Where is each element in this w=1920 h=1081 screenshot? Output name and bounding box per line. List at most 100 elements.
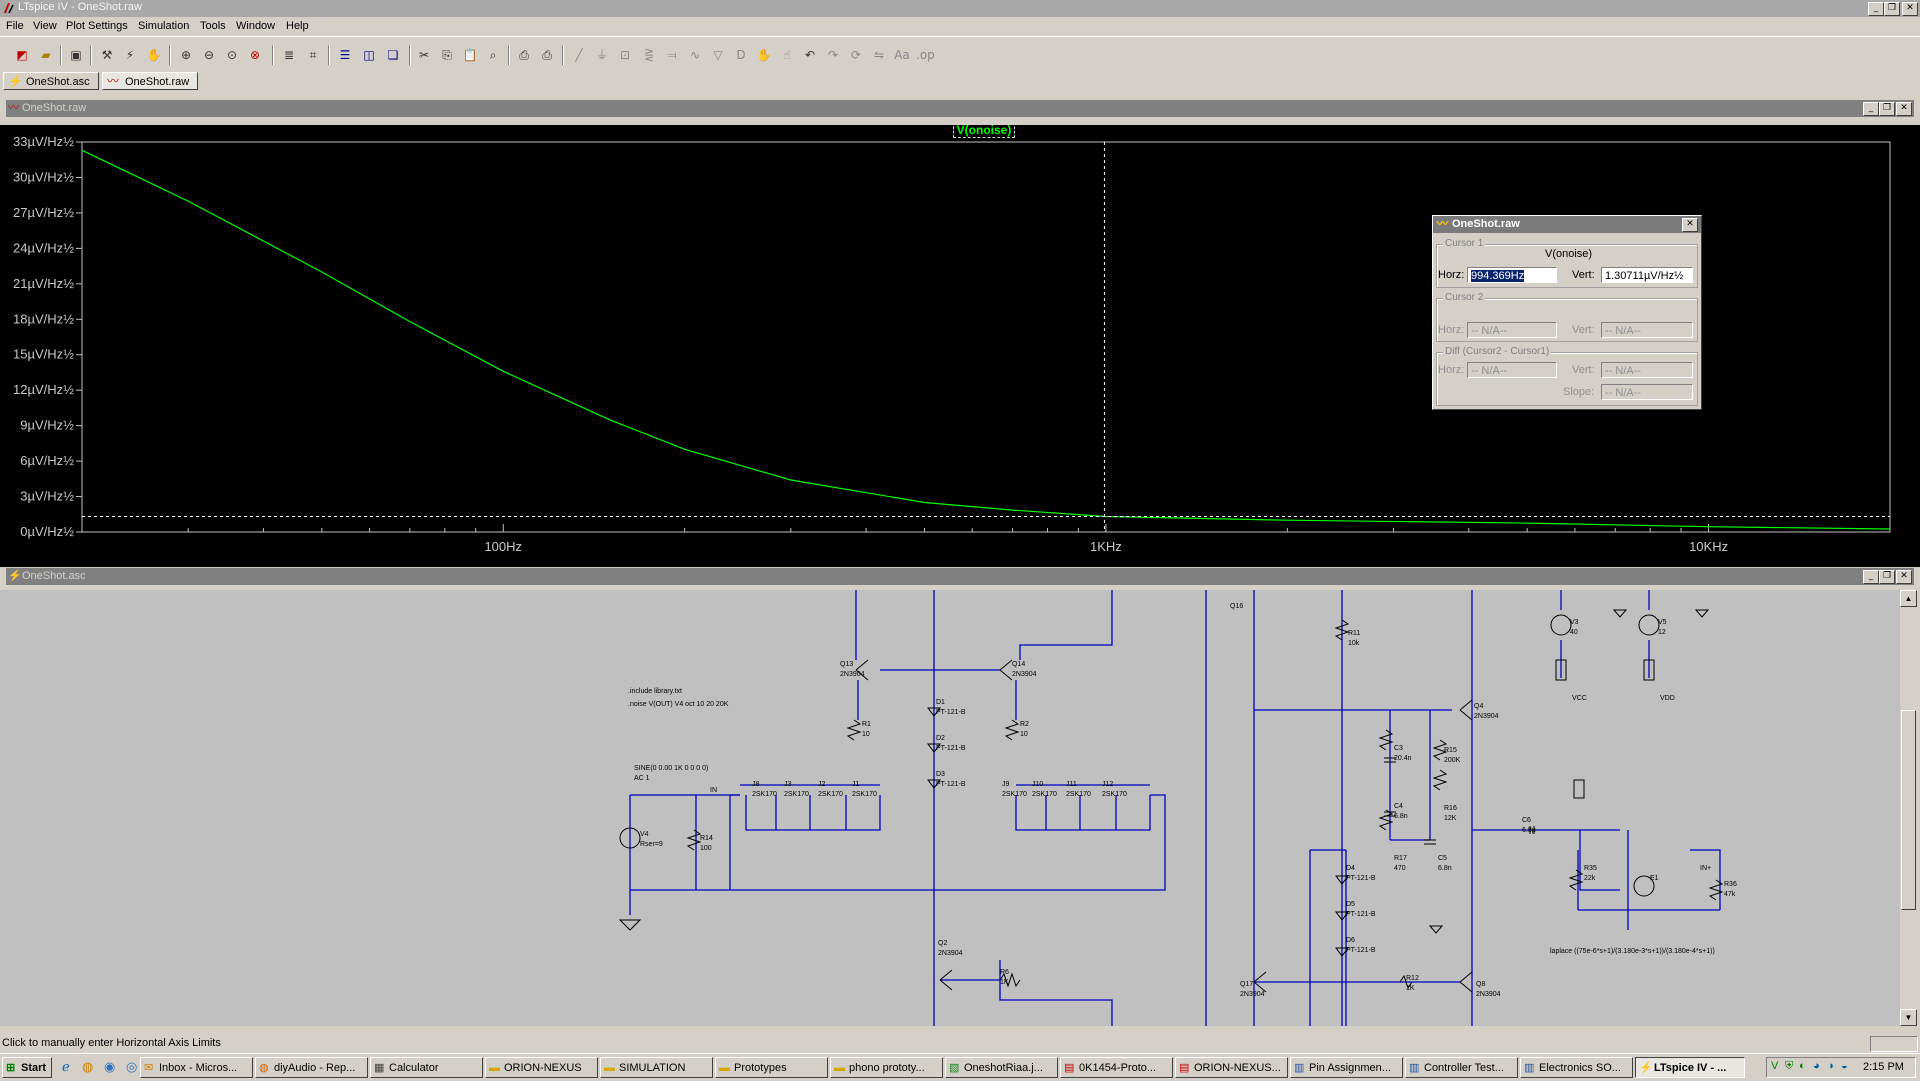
taskbar-button[interactable]: ◍ diyAudio - Rep... [255, 1057, 368, 1078]
part-ref-label[interactable]: E1 [1650, 875, 1659, 882]
taskbar-button[interactable]: ▤ ORION-NEXUS... [1175, 1057, 1288, 1078]
part-value-label[interactable]: 2SK170 [1002, 791, 1027, 798]
part-ref-label[interactable]: Q17 [1240, 981, 1253, 988]
autorange-icon[interactable]: ≣ [280, 46, 298, 64]
redo-icon[interactable]: ↷ [824, 46, 842, 64]
part-value-label[interactable]: 1K [1000, 979, 1009, 986]
taskbar-button[interactable]: ▤ 0K1454-Proto... [1060, 1057, 1173, 1078]
media-quicklaunch-icon[interactable]: ◎ [126, 1059, 137, 1075]
part-value-label[interactable]: 1K [1406, 985, 1415, 992]
part-value-label[interactable]: 22k [1584, 875, 1596, 882]
y-tick-label[interactable]: 30µV/Hz½ [13, 169, 74, 184]
part-ref-label[interactable]: R17 [1394, 855, 1407, 862]
save-icon[interactable]: ▣ [67, 46, 85, 64]
menu-simulation[interactable]: Simulation [138, 20, 189, 32]
part-ref-label[interactable]: J1 [852, 781, 860, 788]
tray-volume-icon[interactable]: ◕ [1813, 1060, 1820, 1072]
part-ref-label[interactable]: R15 [1444, 747, 1457, 754]
part-ref-label[interactable]: R1 [862, 721, 871, 728]
part-value-label[interactable]: 10 [1020, 731, 1028, 738]
source-ac-text[interactable]: AC 1 [634, 775, 650, 782]
part-value-label[interactable]: PT-121-B [1346, 947, 1376, 954]
resistor-icon[interactable]: ⋛ [640, 46, 658, 64]
schematic-close-button[interactable]: ✕ [1896, 570, 1912, 584]
zoom-cancel-icon[interactable]: ⊗ [246, 46, 264, 64]
y-tick-label[interactable]: 33µV/Hz½ [13, 134, 74, 149]
print-preview-icon[interactable]: ⎙ [515, 46, 533, 64]
part-value-label[interactable]: PT-121-B [1346, 911, 1376, 918]
schematic-window-title-bar[interactable]: ⚡ OneShot.asc _ ❐ ✕ [6, 568, 1914, 585]
wire-icon[interactable]: ╱ [570, 46, 588, 64]
part-value-label[interactable]: 2SK170 [852, 791, 877, 798]
schematic-canvas[interactable]: .include library.txt .noise V(OUT) V4 oc… [0, 590, 1900, 1026]
undo-icon[interactable]: ↶ [801, 46, 819, 64]
part-value-label[interactable]: 2N3904 [1476, 991, 1501, 998]
taskbar-button[interactable]: ⚡ LTspice IV - ... [1635, 1057, 1745, 1078]
y-tick-label[interactable]: 12µV/Hz½ [13, 382, 74, 397]
part-ref-label[interactable]: J2 [818, 781, 826, 788]
part-value-label[interactable]: 2SK170 [784, 791, 809, 798]
menu-help[interactable]: Help [286, 20, 309, 32]
find-icon[interactable]: ⌕ [484, 46, 502, 64]
taskbar-button[interactable]: ▬ Prototypes [715, 1057, 828, 1078]
part-ref-label[interactable]: D3 [936, 771, 945, 778]
part-ref-label[interactable]: R11 [1348, 630, 1360, 637]
part-ref-label[interactable]: R2 [1020, 721, 1029, 728]
halt-icon[interactable]: ✋ [145, 46, 163, 64]
part-value-label[interactable]: 6.8n [1394, 813, 1408, 820]
source-sine-text[interactable]: SINE(0 0.00 1K 0 0 0 0) [634, 765, 708, 772]
x-tick-label[interactable]: 10KHz [1689, 539, 1728, 554]
directive-noise[interactable]: .noise V(OUT) V4 oct 10 20 20K [628, 701, 729, 708]
rotate-icon[interactable]: ⟳ [847, 46, 865, 64]
part-ref-label[interactable]: Q2 [938, 940, 947, 947]
zoom-fit-icon[interactable]: ⊙ [223, 46, 241, 64]
maximize-button[interactable]: ❐ [1884, 2, 1900, 16]
part-value-label[interactable]: 2N3904 [840, 671, 865, 678]
open-icon[interactable]: ▰ [37, 46, 55, 64]
part-value-label[interactable]: 2N3904 [1474, 713, 1499, 720]
part-ref-label[interactable]: J8 [752, 781, 760, 788]
part-value-label[interactable]: Rser=9 [640, 841, 663, 848]
part-ref-label[interactable]: R36 [1724, 881, 1737, 888]
laplace-expression[interactable]: laplace ((75e-6*s+1)/(3.180e-3*s+1))/(3.… [1550, 948, 1715, 955]
taskbar-button[interactable]: ▬ phono prototy... [830, 1057, 943, 1078]
inductor-icon[interactable]: ∿ [686, 46, 704, 64]
cursor-dialog-close-button[interactable]: ✕ [1682, 218, 1698, 232]
part-ref-label[interactable]: J3 [784, 781, 792, 788]
part-value-label[interactable]: 47k [1724, 891, 1736, 898]
part-value-label[interactable]: 2N3904 [1012, 671, 1037, 678]
label-icon[interactable]: ⊡ [616, 46, 634, 64]
zoom-in-icon[interactable]: ⊕ [177, 46, 195, 64]
cursor1-horz-field[interactable]: 994.369Hz [1467, 267, 1557, 283]
plot-close-button[interactable]: ✕ [1896, 102, 1912, 116]
window-title-bar[interactable]: LTspice IV - OneShot.raw _ ❐ ✕ [0, 0, 1920, 17]
menu-file[interactable]: File [6, 20, 24, 32]
y-tick-label[interactable]: 3µV/Hz½ [20, 489, 74, 504]
part-ref-label[interactable]: Q13 [840, 661, 853, 668]
part-ref-label[interactable]: J11 [1066, 781, 1077, 788]
part-value-label[interactable]: 12 [1658, 629, 1666, 636]
cascade-icon[interactable]: ❏ [384, 46, 402, 64]
y-tick-label[interactable]: 24µV/Hz½ [13, 240, 74, 255]
y-tick-label[interactable]: 21µV/Hz½ [13, 276, 74, 291]
part-value-label[interactable]: 10 [862, 731, 870, 738]
tray-update-icon[interactable]: ◑ [1827, 1060, 1834, 1072]
part-ref-label[interactable]: D1 [936, 699, 945, 706]
part-value-label[interactable]: 2SK170 [1032, 791, 1057, 798]
part-ref-label[interactable]: C3 [1394, 745, 1403, 752]
part-ref-label[interactable]: V3 [1570, 619, 1579, 626]
tray-clock[interactable]: 2:15 PM [1863, 1061, 1904, 1073]
menu-plot-settings[interactable]: Plot Settings [66, 20, 128, 32]
part-ref-label[interactable]: C5 [1438, 855, 1447, 862]
part-ref-label[interactable]: C4 [1394, 803, 1403, 810]
part-ref-label[interactable]: R12 [1406, 975, 1419, 982]
zoom-out-icon[interactable]: ⊖ [200, 46, 218, 64]
tray-misc-icon[interactable]: ◒ [1841, 1060, 1848, 1072]
firefox-quicklaunch-icon[interactable]: ◍ [82, 1059, 93, 1075]
ground-icon[interactable]: ⏚ [593, 46, 611, 64]
minimize-button[interactable]: _ [1868, 2, 1884, 16]
scroll-down-button[interactable]: ▼ [1900, 1009, 1917, 1026]
close-button[interactable]: ✕ [1902, 2, 1918, 16]
part-value-label[interactable]: 40 [1570, 629, 1578, 636]
move-icon[interactable]: ✋ [755, 46, 773, 64]
